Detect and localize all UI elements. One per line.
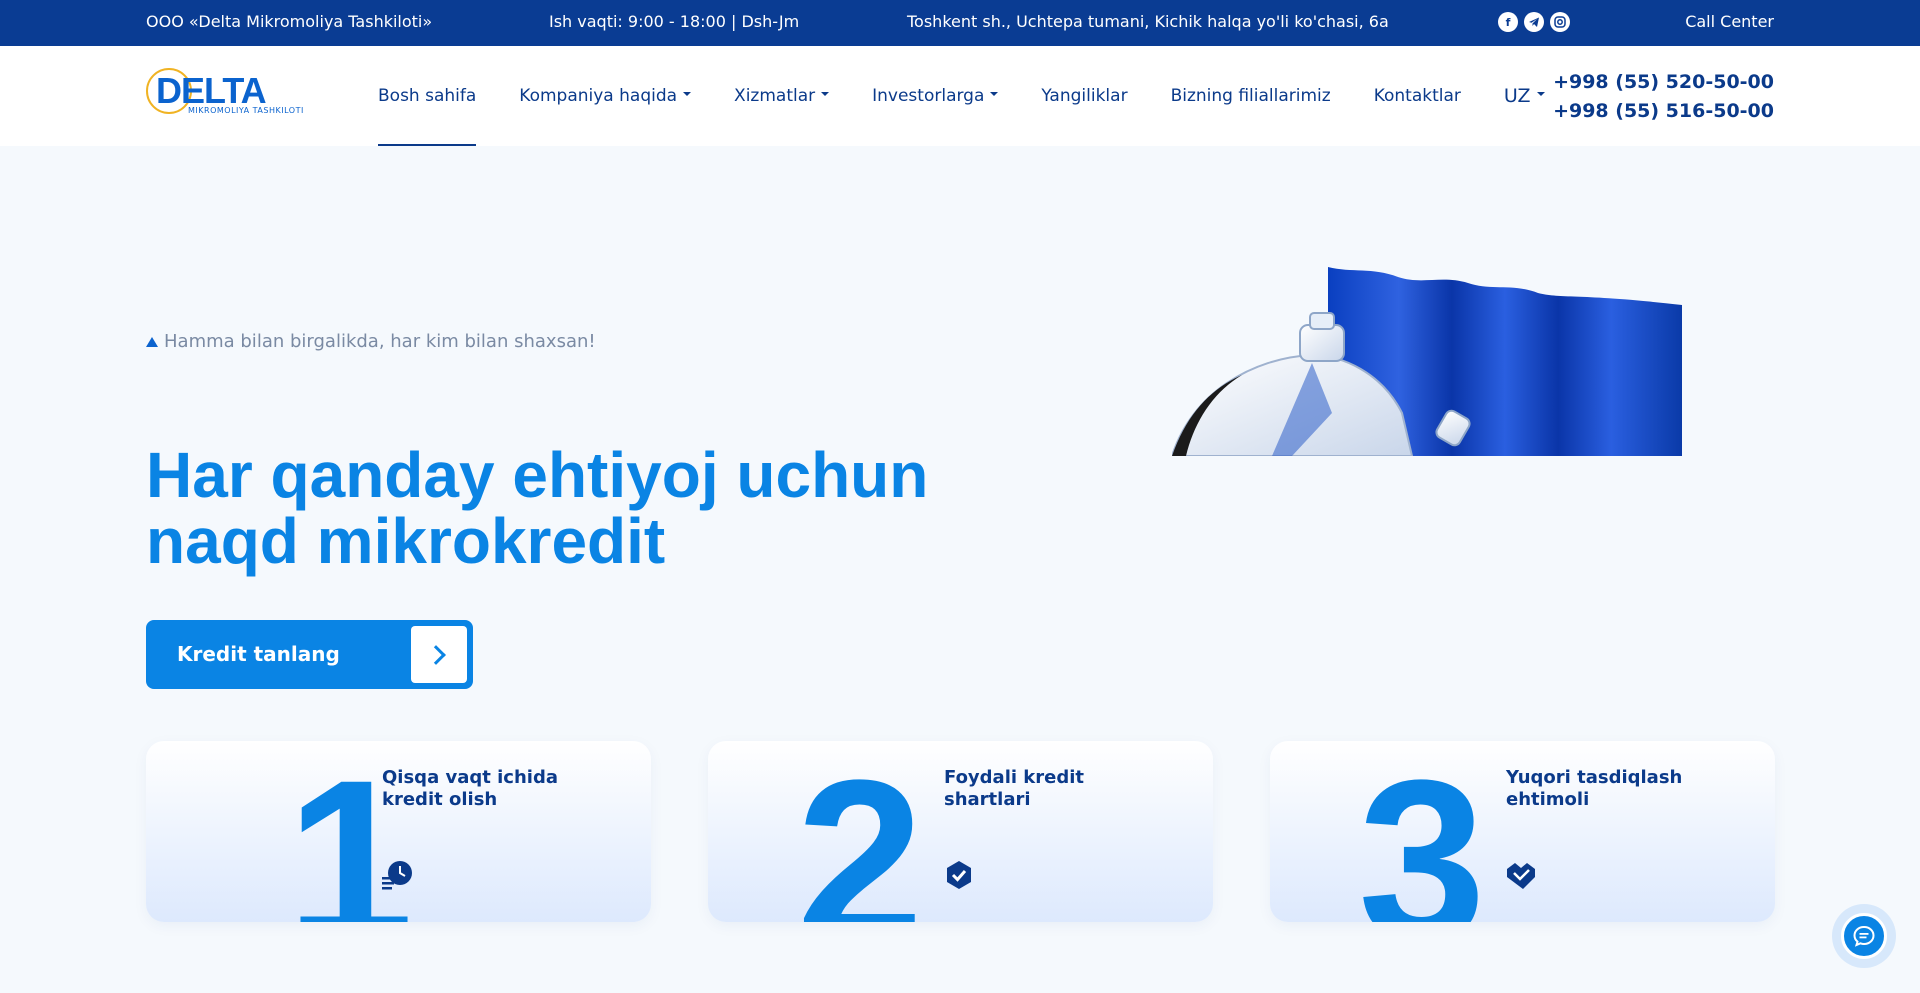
check-badge-icon bbox=[947, 861, 971, 889]
hero-title: Har qanday ehtiyoj uchun naqd mikrokredi… bbox=[146, 442, 1046, 574]
site-header: DELTA MIKROMOLIYA TASHKILOTI Bosh sahifa… bbox=[0, 46, 1920, 146]
working-hours: Ish vaqti: 9:00 - 18:00 | Dsh-Jm bbox=[549, 12, 800, 31]
phone-numbers: +998 (55) 520-50-00 +998 (55) 516-50-00 bbox=[1553, 68, 1774, 126]
hero-illustration bbox=[1172, 263, 1682, 456]
instagram-icon[interactable] bbox=[1550, 12, 1570, 32]
nav-item-contacts[interactable]: Kontaktlar bbox=[1374, 46, 1461, 146]
address: Toshkent sh., Uchtepa tumani, Kichik hal… bbox=[907, 12, 1389, 31]
hero-tagline: Hamma bilan birgalikda, har kim bilan sh… bbox=[146, 331, 596, 352]
chat-button[interactable] bbox=[1832, 904, 1896, 968]
chevron-right-icon bbox=[411, 626, 467, 683]
telegram-icon[interactable] bbox=[1524, 12, 1544, 32]
feature-number: 3 bbox=[1358, 741, 1486, 923]
tagline-text: Hamma bilan birgalikda, har kim bilan sh… bbox=[164, 331, 596, 352]
feature-card-1: 1 Qisqa vaqt ichida kredit olish bbox=[146, 741, 651, 922]
social-links: f bbox=[1498, 12, 1570, 32]
choose-credit-button[interactable]: Kredit tanlang bbox=[146, 620, 473, 689]
language-selector[interactable]: UZ bbox=[1504, 46, 1545, 146]
clock-document-icon bbox=[382, 861, 412, 890]
logo-subtitle: MIKROMOLIYA TASHKILOTI bbox=[188, 106, 304, 115]
phone-link-2[interactable]: +998 (55) 516-50-00 bbox=[1553, 97, 1774, 126]
nav-item-news[interactable]: Yangiliklar bbox=[1041, 46, 1127, 146]
handshake-icon bbox=[1507, 863, 1535, 889]
phone-link-1[interactable]: +998 (55) 520-50-00 bbox=[1553, 68, 1774, 97]
nav-item-home[interactable]: Bosh sahifa bbox=[378, 46, 477, 146]
feature-text: Foydali kredit shartlari bbox=[944, 767, 1085, 810]
main-nav: Bosh sahifa Kompaniya haqida Xizmatlar I… bbox=[378, 46, 1545, 146]
facebook-icon[interactable]: f bbox=[1498, 12, 1518, 32]
nav-item-branches[interactable]: Bizning filiallarimiz bbox=[1171, 46, 1331, 146]
call-center-link[interactable]: Call Center bbox=[1685, 12, 1774, 31]
feature-card-2: 2 Foydali kredit shartlari bbox=[708, 741, 1213, 922]
company-name: OOO «Delta Mikromoliya Tashkiloti» bbox=[146, 12, 433, 31]
nav-item-investors[interactable]: Investorlarga bbox=[872, 46, 998, 146]
top-bar: OOO «Delta Mikromoliya Tashkiloti» Ish v… bbox=[0, 0, 1920, 46]
feature-card-3: 3 Yuqori tasdiqlash ehtimoli bbox=[1270, 741, 1775, 922]
hero-title-line-2: naqd mikrokredit bbox=[146, 505, 666, 577]
triangle-icon bbox=[146, 337, 158, 347]
feature-number: 2 bbox=[796, 741, 924, 923]
feature-text: Qisqa vaqt ichida kredit olish bbox=[382, 767, 558, 810]
delta-logo[interactable]: DELTA MIKROMOLIYA TASHKILOTI bbox=[146, 66, 303, 118]
nav-item-services[interactable]: Xizmatlar bbox=[734, 46, 829, 146]
feature-text: Yuqori tasdiqlash ehtimoli bbox=[1506, 767, 1683, 810]
chat-icon bbox=[1841, 913, 1887, 959]
nav-item-about[interactable]: Kompaniya haqida bbox=[519, 46, 691, 146]
cta-label: Kredit tanlang bbox=[177, 642, 340, 666]
hero-title-line-1: Har qanday ehtiyoj uchun bbox=[146, 439, 929, 511]
